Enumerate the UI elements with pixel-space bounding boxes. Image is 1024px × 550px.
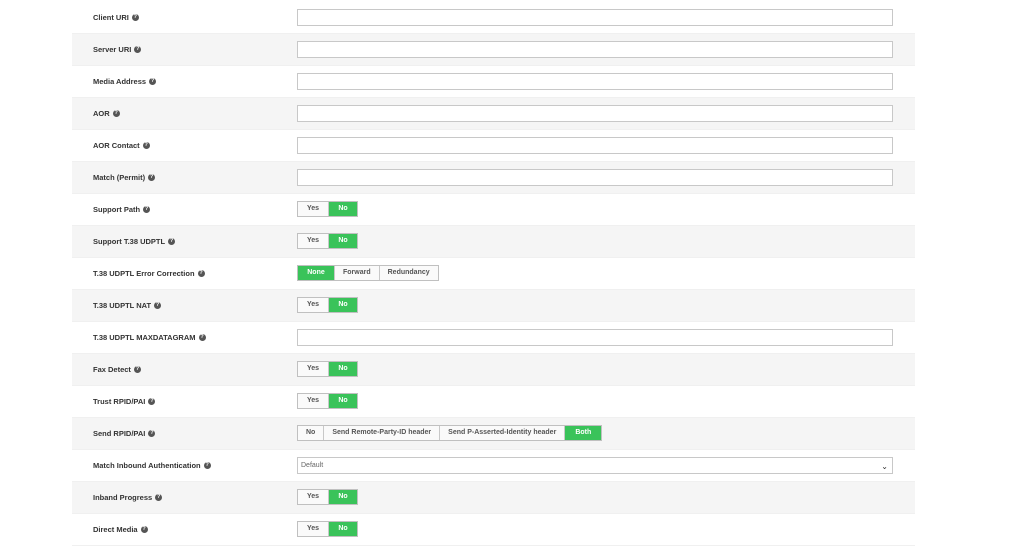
- support-path-no-button[interactable]: No: [329, 202, 357, 216]
- trust-rpid-label: Trust RPID/PAI?: [93, 397, 156, 406]
- row-server-uri: Server URI?: [72, 34, 915, 66]
- direct-media-yes-button[interactable]: Yes: [298, 522, 329, 536]
- server-uri-label: Server URI?: [93, 45, 142, 54]
- help-icon[interactable]: ?: [142, 141, 150, 149]
- help-icon[interactable]: ?: [155, 493, 163, 501]
- row-support-t38: Support T.38 UDPTL? Yes No: [72, 226, 915, 258]
- help-icon[interactable]: ?: [143, 205, 151, 213]
- t38-error-redundancy-button[interactable]: Redundancy: [379, 266, 438, 280]
- inband-progress-no-button[interactable]: No: [329, 490, 357, 504]
- fax-detect-label: Fax Detect?: [93, 365, 141, 374]
- t38-nat-label: T.38 UDPTL NAT?: [93, 301, 162, 310]
- help-icon[interactable]: ?: [148, 429, 156, 437]
- support-path-label: Support Path?: [93, 205, 151, 214]
- t38-nat-no-button[interactable]: No: [329, 298, 357, 312]
- help-icon[interactable]: ?: [140, 525, 148, 533]
- row-fax-detect: Fax Detect? Yes No: [72, 354, 915, 386]
- match-permit-label: Match (Permit)?: [93, 173, 156, 182]
- send-rpid-remote-party-id-button[interactable]: Send Remote-Party-ID header: [324, 426, 441, 440]
- client-uri-input[interactable]: [297, 9, 893, 26]
- t38-maxdatagram-label: T.38 UDPTL MAXDATAGRAM?: [93, 333, 206, 342]
- aor-input[interactable]: [297, 105, 893, 122]
- support-path-yes-button[interactable]: Yes: [298, 202, 329, 216]
- direct-media-toggle: Yes No: [297, 521, 358, 537]
- row-direct-media: Direct Media? Yes No: [72, 514, 915, 546]
- support-t38-yes-button[interactable]: Yes: [298, 234, 329, 248]
- direct-media-label: Direct Media?: [93, 525, 148, 534]
- help-icon[interactable]: ?: [131, 13, 139, 21]
- send-rpid-p-asserted-identity-button[interactable]: Send P-Asserted-Identity header: [440, 426, 566, 440]
- match-permit-input[interactable]: [297, 169, 893, 186]
- match-inbound-auth-selected: Default: [301, 462, 324, 469]
- trust-rpid-no-button[interactable]: No: [329, 394, 357, 408]
- help-icon[interactable]: ?: [198, 333, 206, 341]
- row-t38-maxdatagram: T.38 UDPTL MAXDATAGRAM?: [72, 322, 915, 354]
- trust-rpid-toggle: Yes No: [297, 393, 358, 409]
- fax-detect-toggle: Yes No: [297, 361, 358, 377]
- row-support-path: Support Path? Yes No: [72, 194, 915, 226]
- row-t38-error-correction: T.38 UDPTL Error Correction? None Forwar…: [72, 258, 915, 290]
- support-path-toggle: Yes No: [297, 201, 358, 217]
- t38-nat-toggle: Yes No: [297, 297, 358, 313]
- send-rpid-label: Send RPID/PAI?: [93, 429, 156, 438]
- row-match-inbound-auth: Match Inbound Authentication? Default ⌄: [72, 450, 915, 482]
- help-icon[interactable]: ?: [154, 301, 162, 309]
- media-address-input[interactable]: [297, 73, 893, 90]
- help-icon[interactable]: ?: [134, 45, 142, 53]
- inband-progress-yes-button[interactable]: Yes: [298, 490, 329, 504]
- row-inband-progress: Inband Progress? Yes No: [72, 482, 915, 514]
- media-address-label: Media Address?: [93, 77, 157, 86]
- help-icon[interactable]: ?: [168, 237, 176, 245]
- aor-contact-label: AOR Contact?: [93, 141, 150, 150]
- inband-progress-toggle: Yes No: [297, 489, 358, 505]
- aor-contact-input[interactable]: [297, 137, 893, 154]
- t38-nat-yes-button[interactable]: Yes: [298, 298, 329, 312]
- trust-rpid-yes-button[interactable]: Yes: [298, 394, 329, 408]
- row-t38-nat: T.38 UDPTL NAT? Yes No: [72, 290, 915, 322]
- help-icon[interactable]: ?: [203, 461, 211, 469]
- server-uri-input[interactable]: [297, 41, 893, 58]
- row-aor: AOR?: [72, 98, 915, 130]
- match-inbound-auth-select[interactable]: Default ⌄: [297, 457, 893, 474]
- aor-label: AOR?: [93, 109, 120, 118]
- help-icon[interactable]: ?: [112, 109, 120, 117]
- row-client-uri: Client URI?: [72, 2, 915, 34]
- t38-error-forward-button[interactable]: Forward: [335, 266, 380, 280]
- help-icon[interactable]: ?: [197, 269, 205, 277]
- help-icon[interactable]: ?: [149, 77, 157, 85]
- t38-maxdatagram-input[interactable]: [297, 329, 893, 346]
- row-trust-rpid: Trust RPID/PAI? Yes No: [72, 386, 915, 418]
- send-rpid-group: No Send Remote-Party-ID header Send P-As…: [297, 425, 603, 441]
- t38-error-correction-group: None Forward Redundancy: [297, 265, 439, 281]
- fax-detect-yes-button[interactable]: Yes: [298, 362, 329, 376]
- support-t38-label: Support T.38 UDPTL?: [93, 237, 176, 246]
- support-t38-toggle: Yes No: [297, 233, 358, 249]
- t38-error-correction-label: T.38 UDPTL Error Correction?: [93, 269, 205, 278]
- fax-detect-no-button[interactable]: No: [329, 362, 357, 376]
- client-uri-label: Client URI?: [93, 13, 139, 22]
- row-media-address: Media Address?: [72, 66, 915, 98]
- send-rpid-no-button[interactable]: No: [298, 426, 325, 440]
- send-rpid-both-button[interactable]: Both: [565, 426, 602, 440]
- settings-form: Client URI? Server URI? Media Address? A…: [72, 0, 915, 550]
- chevron-down-icon: ⌄: [881, 462, 888, 471]
- row-send-rpid: Send RPID/PAI? No Send Remote-Party-ID h…: [72, 418, 915, 450]
- help-icon[interactable]: ?: [148, 397, 156, 405]
- row-aor-contact: AOR Contact?: [72, 130, 915, 162]
- match-inbound-auth-label: Match Inbound Authentication?: [93, 461, 211, 470]
- t38-error-none-button[interactable]: None: [298, 266, 335, 280]
- direct-media-no-button[interactable]: No: [329, 522, 357, 536]
- row-match-permit: Match (Permit)?: [72, 162, 915, 194]
- help-icon[interactable]: ?: [133, 365, 141, 373]
- inband-progress-label: Inband Progress?: [93, 493, 163, 502]
- support-t38-no-button[interactable]: No: [329, 234, 357, 248]
- help-icon[interactable]: ?: [148, 173, 156, 181]
